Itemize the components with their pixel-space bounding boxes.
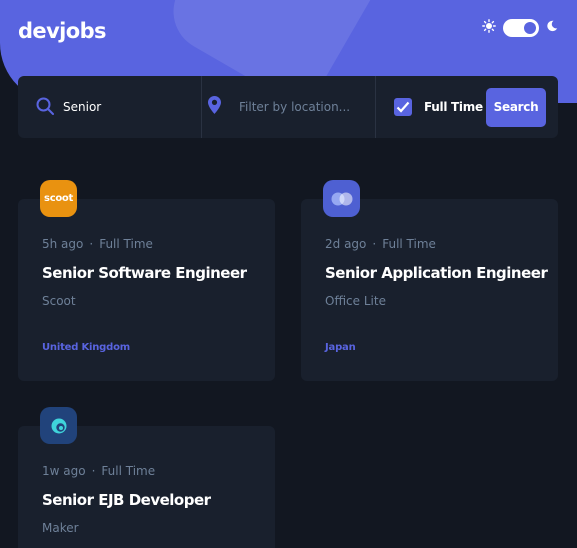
job-title[interactable]: Senior Application Engineer [325,264,548,282]
theme-switcher [480,17,560,39]
posted-time: 2d ago [325,237,367,251]
company-logo-text: scoot [44,193,73,204]
full-time-label[interactable]: Full Time [424,100,483,114]
location-filter-input[interactable]: Filter by location... [239,100,350,114]
toggle-knob [524,22,536,34]
job-card[interactable]: 1w ago · Full Time Senior EJB Developer Ma… [18,407,275,548]
sun-icon [482,19,496,33]
job-title[interactable]: Senior Software Engineer [42,264,247,282]
title-filter[interactable]: Senior [18,76,201,138]
company-name: Scoot [42,294,76,308]
contract-type: Full Time [101,464,156,478]
title-filter-input[interactable]: Senior [63,100,101,114]
search-bar: Senior Filter by location... Full Time S… [18,76,558,138]
company-logo [40,407,77,444]
checkmark-icon [396,101,410,113]
moon-icon [547,20,558,32]
job-meta: 1w ago · Full Time [42,464,155,478]
search-button[interactable]: Search [486,88,546,127]
job-location: Japan [325,342,356,353]
job-meta: 2d ago · Full Time [325,237,436,251]
meta-separator: · [89,237,94,251]
company-name: Maker [42,521,79,535]
company-logo [323,180,360,217]
full-time-checkbox[interactable] [394,98,412,116]
job-location: United Kingdom [42,342,130,353]
job-title[interactable]: Senior EJB Developer [42,491,211,509]
job-card[interactable]: scoot 5h ago · Full Time Senior Software E… [18,180,275,381]
location-filter[interactable]: Filter by location... [202,76,375,138]
meta-separator: · [372,237,377,251]
posted-time: 1w ago [42,464,86,478]
office-lite-logo-icon [331,192,352,205]
contract-type: Full Time [382,237,436,251]
contract-type: Full Time [99,237,153,251]
job-card[interactable]: 2d ago · Full Time Senior Application Engi… [301,180,558,381]
divider [375,76,376,138]
app-logo[interactable]: devjobs [18,19,107,43]
search-icon [36,97,54,115]
meta-separator: · [91,464,96,478]
company-name: Office Lite [325,294,386,308]
location-pin-icon [208,96,221,114]
posted-time: 5h ago [42,237,84,251]
theme-toggle[interactable] [503,19,539,37]
maker-logo-icon [51,418,66,433]
company-logo: scoot [40,180,77,217]
job-meta: 5h ago · Full Time [42,237,153,251]
